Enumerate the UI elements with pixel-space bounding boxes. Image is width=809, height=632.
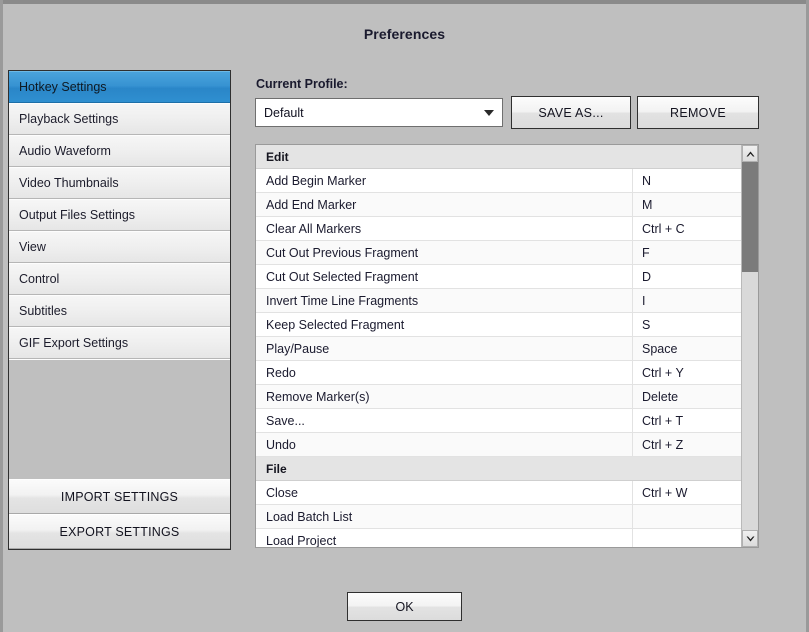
table-row[interactable]: Remove Marker(s) Delete xyxy=(256,385,741,409)
table-row[interactable]: Load Batch List xyxy=(256,505,741,529)
hotkey-action-cell: Cut Out Previous Fragment xyxy=(256,241,633,264)
table-row[interactable]: Add Begin Marker N xyxy=(256,169,741,193)
import-settings-button[interactable]: IMPORT SETTINGS xyxy=(9,479,230,514)
hotkey-action-cell: Remove Marker(s) xyxy=(256,385,633,408)
hotkey-action-cell: Close xyxy=(256,481,633,504)
settings-category-sidebar: Hotkey Settings Playback Settings Audio Wa… xyxy=(8,70,231,550)
current-profile-label: Current Profile: xyxy=(256,77,348,91)
hotkey-action-cell: Load Batch List xyxy=(256,505,633,528)
hotkey-group-label: File xyxy=(266,461,287,476)
sidebar-item-label: Output Files Settings xyxy=(19,208,136,222)
remove-profile-button[interactable]: REMOVE xyxy=(637,96,759,129)
window-left-border xyxy=(0,0,3,632)
hotkey-action-cell: Play/Pause xyxy=(256,337,633,360)
hotkey-table: Edit Add Begin Marker N Add End Marker M Clea… xyxy=(255,144,759,548)
hotkey-action-cell: Load Project xyxy=(256,529,633,547)
hotkey-shortcut-cell[interactable]: N xyxy=(633,169,741,192)
sidebar-item-audio-waveform[interactable]: Audio Waveform xyxy=(9,135,230,167)
sidebar-item-label: Video Thumbnails xyxy=(19,176,119,190)
hotkey-action-cell: Cut Out Selected Fragment xyxy=(256,265,633,288)
table-row[interactable]: Cut Out Previous Fragment F xyxy=(256,241,741,265)
profile-select-value: Default xyxy=(264,105,304,120)
scrollbar-thumb[interactable] xyxy=(742,162,758,272)
hotkey-action-cell: Add End Marker xyxy=(256,193,633,216)
hotkey-action-cell: Keep Selected Fragment xyxy=(256,313,633,336)
hotkey-group-header: File xyxy=(256,457,741,481)
chevron-down-icon xyxy=(476,109,502,117)
table-row[interactable]: Add End Marker M xyxy=(256,193,741,217)
hotkey-shortcut-cell[interactable]: I xyxy=(633,289,741,312)
scroll-down-button[interactable] xyxy=(742,530,758,547)
table-row[interactable]: Play/Pause Space xyxy=(256,337,741,361)
sidebar-item-list: Hotkey Settings Playback Settings Audio Wa… xyxy=(9,71,230,359)
hotkey-shortcut-cell[interactable]: D xyxy=(633,265,741,288)
sidebar-item-label: Audio Waveform xyxy=(19,144,111,158)
table-row[interactable]: Close Ctrl + W xyxy=(256,481,741,505)
hotkey-action-cell: Clear All Markers xyxy=(256,217,633,240)
hotkey-table-scrollbar[interactable] xyxy=(741,145,758,547)
hotkey-group-label: Edit xyxy=(266,149,289,164)
hotkey-shortcut-cell[interactable]: F xyxy=(633,241,741,264)
hotkey-action-cell: Save... xyxy=(256,409,633,432)
export-settings-button[interactable]: EXPORT SETTINGS xyxy=(9,514,230,549)
scrollbar-track[interactable] xyxy=(742,162,758,530)
table-row[interactable]: Invert Time Line Fragments I xyxy=(256,289,741,313)
table-row[interactable]: Redo Ctrl + Y xyxy=(256,361,741,385)
sidebar-item-label: Playback Settings xyxy=(19,112,119,126)
table-row[interactable]: Keep Selected Fragment S xyxy=(256,313,741,337)
hotkey-action-cell: Redo xyxy=(256,361,633,384)
hotkey-shortcut-cell[interactable]: Ctrl + W xyxy=(633,481,741,504)
sidebar-empty-space xyxy=(9,359,230,479)
hotkey-action-cell: Invert Time Line Fragments xyxy=(256,289,633,312)
hotkey-shortcut-cell[interactable]: M xyxy=(633,193,741,216)
hotkey-shortcut-cell[interactable]: Space xyxy=(633,337,741,360)
sidebar-item-label: GIF Export Settings xyxy=(19,336,129,350)
hotkey-shortcut-cell[interactable] xyxy=(633,505,741,528)
sidebar-item-control[interactable]: Control xyxy=(9,263,230,295)
sidebar-item-view[interactable]: View xyxy=(9,231,230,263)
table-row[interactable]: Save... Ctrl + T xyxy=(256,409,741,433)
hotkey-shortcut-cell[interactable]: Delete xyxy=(633,385,741,408)
table-row[interactable]: Clear All Markers Ctrl + C xyxy=(256,217,741,241)
hotkey-table-body: Edit Add Begin Marker N Add End Marker M Clea… xyxy=(256,145,741,547)
window-top-border xyxy=(0,0,809,4)
hotkey-shortcut-cell[interactable]: S xyxy=(633,313,741,336)
table-row[interactable]: Undo Ctrl + Z xyxy=(256,433,741,457)
sidebar-item-subtitles[interactable]: Subtitles xyxy=(9,295,230,327)
hotkey-shortcut-cell[interactable]: Ctrl + Z xyxy=(633,433,741,456)
table-row[interactable]: Cut Out Selected Fragment D xyxy=(256,265,741,289)
sidebar-item-hotkey-settings[interactable]: Hotkey Settings xyxy=(9,71,230,103)
scroll-up-button[interactable] xyxy=(742,145,758,162)
hotkey-group-header: Edit xyxy=(256,145,741,169)
hotkey-action-cell: Undo xyxy=(256,433,633,456)
sidebar-item-video-thumbnails[interactable]: Video Thumbnails xyxy=(9,167,230,199)
sidebar-item-label: Control xyxy=(19,272,60,286)
hotkey-action-cell: Add Begin Marker xyxy=(256,169,633,192)
hotkey-shortcut-cell[interactable]: Ctrl + Y xyxy=(633,361,741,384)
sidebar-item-label: Hotkey Settings xyxy=(19,80,107,94)
sidebar-item-label: View xyxy=(19,240,46,254)
hotkey-shortcut-cell[interactable] xyxy=(633,529,741,547)
sidebar-item-playback-settings[interactable]: Playback Settings xyxy=(9,103,230,135)
page-title: Preferences xyxy=(363,26,446,42)
hotkey-shortcut-cell[interactable]: Ctrl + C xyxy=(633,217,741,240)
table-row[interactable]: Load Project xyxy=(256,529,741,547)
hotkey-shortcut-cell[interactable]: Ctrl + T xyxy=(633,409,741,432)
sidebar-item-output-files-settings[interactable]: Output Files Settings xyxy=(9,199,230,231)
profile-select[interactable]: Default xyxy=(255,98,503,127)
sidebar-item-gif-export-settings[interactable]: GIF Export Settings xyxy=(9,327,230,359)
ok-button[interactable]: OK xyxy=(347,592,462,621)
save-as-button[interactable]: SAVE AS... xyxy=(511,96,631,129)
sidebar-item-label: Subtitles xyxy=(19,304,67,318)
